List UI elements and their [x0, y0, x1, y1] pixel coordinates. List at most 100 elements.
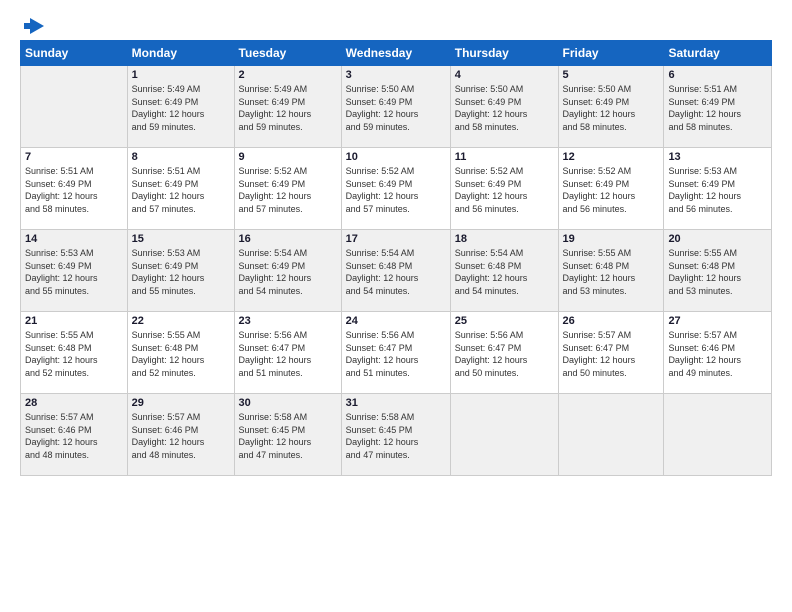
day-number: 8 — [132, 151, 230, 163]
weekday-sunday: Sunday — [21, 41, 128, 66]
day-number: 29 — [132, 397, 230, 409]
weekday-tuesday: Tuesday — [234, 41, 341, 66]
day-number: 4 — [455, 69, 554, 81]
calendar-cell: 8 Sunrise: 5:51 AM Sunset: 6:49 PM Daylig… — [127, 148, 234, 230]
calendar-cell: 20 Sunrise: 5:55 AM Sunset: 6:48 PM Dayli… — [664, 230, 772, 312]
calendar-cell — [450, 394, 558, 476]
day-number: 11 — [455, 151, 554, 163]
day-number: 7 — [25, 151, 123, 163]
day-number: 9 — [239, 151, 337, 163]
day-info: Sunrise: 5:55 AM Sunset: 6:48 PM Dayligh… — [25, 329, 123, 379]
day-info: Sunrise: 5:53 AM Sunset: 6:49 PM Dayligh… — [25, 247, 123, 297]
day-info: Sunrise: 5:58 AM Sunset: 6:45 PM Dayligh… — [346, 411, 446, 461]
day-info: Sunrise: 5:57 AM Sunset: 6:47 PM Dayligh… — [563, 329, 660, 379]
calendar-cell: 21 Sunrise: 5:55 AM Sunset: 6:48 PM Dayli… — [21, 312, 128, 394]
day-info: Sunrise: 5:54 AM Sunset: 6:48 PM Dayligh… — [346, 247, 446, 297]
calendar-cell: 24 Sunrise: 5:56 AM Sunset: 6:47 PM Dayli… — [341, 312, 450, 394]
day-number: 18 — [455, 233, 554, 245]
calendar-cell — [664, 394, 772, 476]
calendar-cell: 29 Sunrise: 5:57 AM Sunset: 6:46 PM Dayli… — [127, 394, 234, 476]
day-info: Sunrise: 5:53 AM Sunset: 6:49 PM Dayligh… — [132, 247, 230, 297]
day-number: 20 — [668, 233, 767, 245]
calendar-cell: 13 Sunrise: 5:53 AM Sunset: 6:49 PM Dayli… — [664, 148, 772, 230]
day-info: Sunrise: 5:52 AM Sunset: 6:49 PM Dayligh… — [455, 165, 554, 215]
day-number: 17 — [346, 233, 446, 245]
calendar-cell: 5Sunrise: 5:50 AM Sunset: 6:49 PM Daylig… — [558, 66, 664, 148]
calendar-cell: 28Sunrise: 5:57 AM Sunset: 6:46 PM Dayli… — [21, 394, 128, 476]
day-number: 6 — [668, 69, 767, 81]
day-info: Sunrise: 5:50 AM Sunset: 6:49 PM Dayligh… — [563, 83, 660, 133]
day-number: 21 — [25, 315, 123, 327]
day-info: Sunrise: 5:52 AM Sunset: 6:49 PM Dayligh… — [239, 165, 337, 215]
day-info: Sunrise: 5:56 AM Sunset: 6:47 PM Dayligh… — [239, 329, 337, 379]
calendar-cell: 6 Sunrise: 5:51 AM Sunset: 6:49 PM Daylig… — [664, 66, 772, 148]
day-info: Sunrise: 5:51 AM Sunset: 6:49 PM Dayligh… — [668, 83, 767, 133]
day-info: Sunrise: 5:49 AM Sunset: 6:49 PM Dayligh… — [239, 83, 337, 133]
calendar-cell: 11 Sunrise: 5:52 AM Sunset: 6:49 PM Dayli… — [450, 148, 558, 230]
day-info: Sunrise: 5:51 AM Sunset: 6:49 PM Dayligh… — [132, 165, 230, 215]
calendar-cell: 17 Sunrise: 5:54 AM Sunset: 6:48 PM Dayli… — [341, 230, 450, 312]
calendar-table: SundayMondayTuesdayWednesdayThursdayFrid… — [20, 40, 772, 476]
calendar-cell: 1 Sunrise: 5:49 AM Sunset: 6:49 PM Daylig… — [127, 66, 234, 148]
day-info: Sunrise: 5:53 AM Sunset: 6:49 PM Dayligh… — [668, 165, 767, 215]
day-info: Sunrise: 5:57 AM Sunset: 6:46 PM Dayligh… — [668, 329, 767, 379]
day-number: 2 — [239, 69, 337, 81]
calendar-cell: 30Sunrise: 5:58 AM Sunset: 6:45 PM Dayli… — [234, 394, 341, 476]
calendar-cell: 22Sunrise: 5:55 AM Sunset: 6:48 PM Dayli… — [127, 312, 234, 394]
calendar-week-5: 28Sunrise: 5:57 AM Sunset: 6:46 PM Dayli… — [21, 394, 772, 476]
day-info: Sunrise: 5:50 AM Sunset: 6:49 PM Dayligh… — [455, 83, 554, 133]
calendar-cell: 2 Sunrise: 5:49 AM Sunset: 6:49 PM Daylig… — [234, 66, 341, 148]
day-info: Sunrise: 5:55 AM Sunset: 6:48 PM Dayligh… — [668, 247, 767, 297]
logo — [20, 16, 46, 32]
day-info: Sunrise: 5:49 AM Sunset: 6:49 PM Dayligh… — [132, 83, 230, 133]
calendar-cell: 31Sunrise: 5:58 AM Sunset: 6:45 PM Dayli… — [341, 394, 450, 476]
calendar-week-2: 7 Sunrise: 5:51 AM Sunset: 6:49 PM Daylig… — [21, 148, 772, 230]
weekday-thursday: Thursday — [450, 41, 558, 66]
day-info: Sunrise: 5:50 AM Sunset: 6:49 PM Dayligh… — [346, 83, 446, 133]
day-number: 12 — [563, 151, 660, 163]
calendar-cell: 15 Sunrise: 5:53 AM Sunset: 6:49 PM Dayli… — [127, 230, 234, 312]
day-number: 24 — [346, 315, 446, 327]
day-info: Sunrise: 5:56 AM Sunset: 6:47 PM Dayligh… — [346, 329, 446, 379]
calendar-cell: 10 Sunrise: 5:52 AM Sunset: 6:49 PM Dayli… — [341, 148, 450, 230]
calendar-cell: 16 Sunrise: 5:54 AM Sunset: 6:49 PM Dayli… — [234, 230, 341, 312]
day-number: 1 — [132, 69, 230, 81]
day-number: 19 — [563, 233, 660, 245]
day-number: 15 — [132, 233, 230, 245]
weekday-wednesday: Wednesday — [341, 41, 450, 66]
weekday-header-row: SundayMondayTuesdayWednesdayThursdayFrid… — [21, 41, 772, 66]
day-number: 16 — [239, 233, 337, 245]
day-number: 14 — [25, 233, 123, 245]
weekday-monday: Monday — [127, 41, 234, 66]
calendar-week-3: 14 Sunrise: 5:53 AM Sunset: 6:49 PM Dayli… — [21, 230, 772, 312]
day-info: Sunrise: 5:52 AM Sunset: 6:49 PM Dayligh… — [563, 165, 660, 215]
day-number: 25 — [455, 315, 554, 327]
weekday-saturday: Saturday — [664, 41, 772, 66]
day-number: 13 — [668, 151, 767, 163]
day-info: Sunrise: 5:51 AM Sunset: 6:49 PM Dayligh… — [25, 165, 123, 215]
calendar-cell: 18 Sunrise: 5:54 AM Sunset: 6:48 PM Dayli… — [450, 230, 558, 312]
calendar-week-1: 1 Sunrise: 5:49 AM Sunset: 6:49 PM Daylig… — [21, 66, 772, 148]
day-info: Sunrise: 5:54 AM Sunset: 6:48 PM Dayligh… — [455, 247, 554, 297]
day-number: 26 — [563, 315, 660, 327]
calendar-cell: 23 Sunrise: 5:56 AM Sunset: 6:47 PM Dayli… — [234, 312, 341, 394]
day-info: Sunrise: 5:52 AM Sunset: 6:49 PM Dayligh… — [346, 165, 446, 215]
day-number: 23 — [239, 315, 337, 327]
day-number: 30 — [239, 397, 337, 409]
logo-arrow-icon — [22, 16, 46, 36]
calendar-cell: 3Sunrise: 5:50 AM Sunset: 6:49 PM Daylig… — [341, 66, 450, 148]
day-info: Sunrise: 5:54 AM Sunset: 6:49 PM Dayligh… — [239, 247, 337, 297]
calendar-cell — [558, 394, 664, 476]
calendar-cell: 19 Sunrise: 5:55 AM Sunset: 6:48 PM Dayli… — [558, 230, 664, 312]
day-info: Sunrise: 5:57 AM Sunset: 6:46 PM Dayligh… — [132, 411, 230, 461]
calendar-cell: 25Sunrise: 5:56 AM Sunset: 6:47 PM Dayli… — [450, 312, 558, 394]
calendar-cell: 7 Sunrise: 5:51 AM Sunset: 6:49 PM Daylig… — [21, 148, 128, 230]
calendar-cell — [21, 66, 128, 148]
day-number: 10 — [346, 151, 446, 163]
day-number: 22 — [132, 315, 230, 327]
calendar-cell: 12 Sunrise: 5:52 AM Sunset: 6:49 PM Dayli… — [558, 148, 664, 230]
calendar-week-4: 21 Sunrise: 5:55 AM Sunset: 6:48 PM Dayli… — [21, 312, 772, 394]
page: SundayMondayTuesdayWednesdayThursdayFrid… — [0, 0, 792, 612]
weekday-friday: Friday — [558, 41, 664, 66]
day-info: Sunrise: 5:55 AM Sunset: 6:48 PM Dayligh… — [563, 247, 660, 297]
